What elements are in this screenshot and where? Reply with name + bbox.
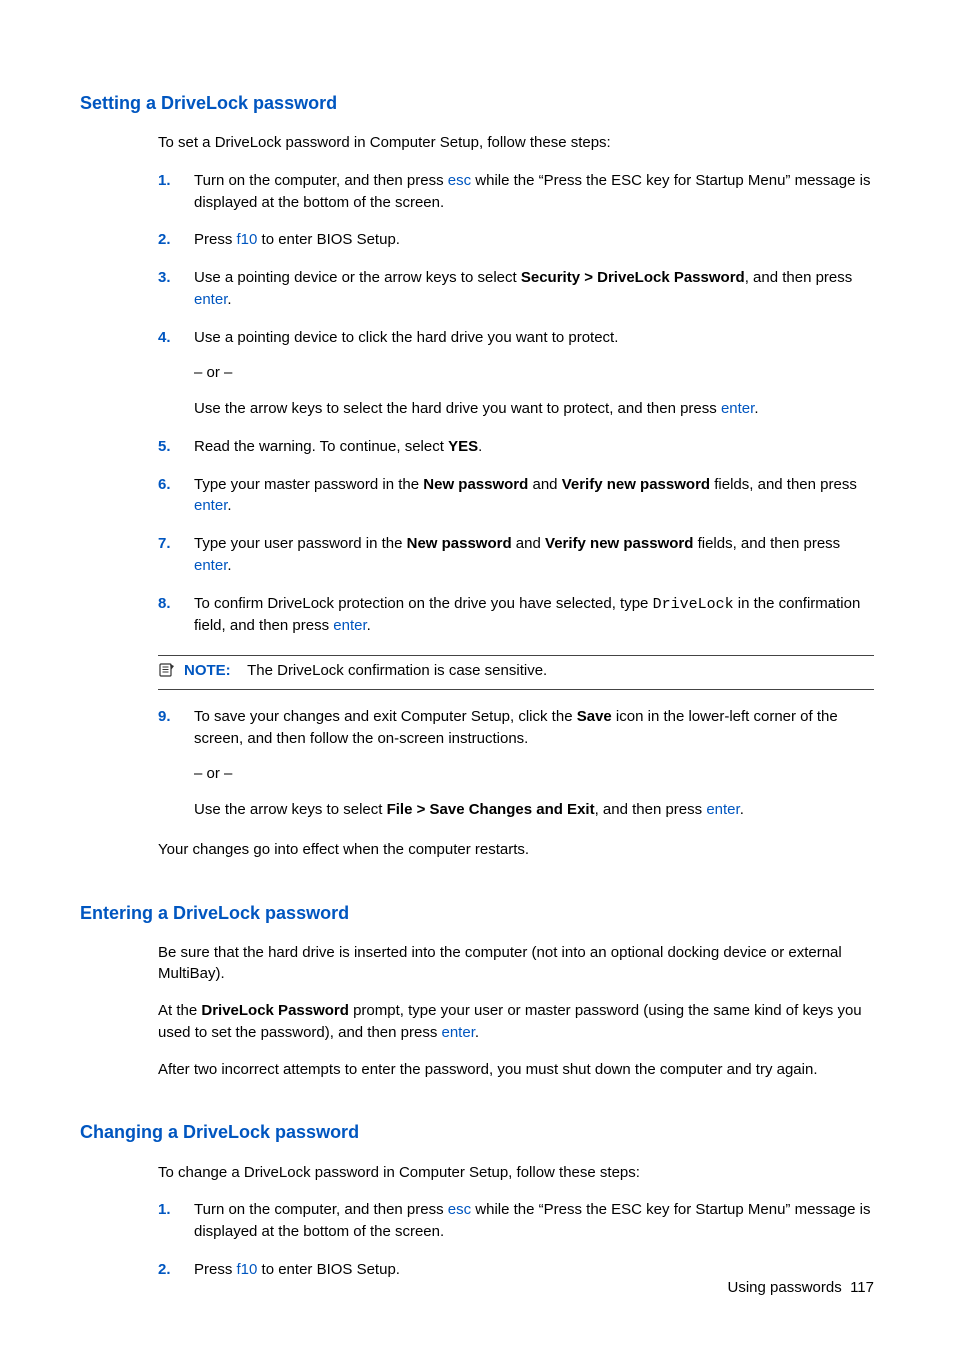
intro-text: To change a DriveLock password in Comput… [158, 1162, 874, 1184]
key-f10: f10 [237, 231, 258, 248]
bold-text: Verify new password [545, 535, 693, 552]
key-esc: esc [448, 1201, 471, 1218]
step-text: fields, and then press [693, 535, 840, 552]
step-text: . [740, 801, 744, 818]
step-text: Turn on the computer, and then press [194, 172, 448, 189]
paragraph: After two incorrect attempts to enter th… [158, 1059, 874, 1081]
step-text: . [227, 497, 231, 514]
step-text: Use a pointing device to click the hard … [194, 329, 618, 346]
bold-text: Security > DriveLock Password [521, 269, 745, 286]
heading-setting-drivelock: Setting a DriveLock password [80, 90, 874, 116]
text: At the [158, 1002, 201, 1019]
step-text: to enter BIOS Setup. [257, 231, 400, 248]
bold-text: Save [577, 708, 612, 725]
step-number: 7. [158, 533, 171, 555]
step-text: . [227, 291, 231, 308]
heading-entering-drivelock: Entering a DriveLock password [80, 900, 874, 926]
intro-text: To set a DriveLock password in Computer … [158, 132, 874, 154]
mono-text: DriveLock [653, 596, 734, 613]
key-enter: enter [721, 400, 754, 417]
note-label: NOTE: [184, 662, 231, 679]
step-number: 8. [158, 593, 171, 615]
page-footer: Using passwords 117 [728, 1277, 874, 1299]
step-text: . [754, 400, 758, 417]
footer-section: Using passwords [728, 1279, 842, 1296]
step-number: 6. [158, 474, 171, 496]
bold-text: DriveLock Password [201, 1002, 349, 1019]
note-icon [158, 662, 176, 685]
step-text: To confirm DriveLock protection on the d… [194, 595, 653, 612]
step: 5. Read the warning. To continue, select… [158, 436, 874, 458]
step: 1. Turn on the computer, and then press … [158, 170, 874, 214]
step: 1. Turn on the computer, and then press … [158, 1199, 874, 1243]
text: . [475, 1024, 479, 1041]
or-divider: – or – [194, 362, 874, 384]
step-text: . [227, 557, 231, 574]
steps-list-3: 1. Turn on the computer, and then press … [158, 1199, 874, 1280]
steps-list-1b: 9. To save your changes and exit Compute… [158, 706, 874, 821]
footer-page-number: 117 [850, 1279, 874, 1296]
step-number: 1. [158, 1199, 171, 1221]
step-text: Press [194, 231, 237, 248]
bold-text: New password [423, 476, 528, 493]
key-enter: enter [194, 497, 227, 514]
key-esc: esc [448, 172, 471, 189]
step-text: Use a pointing device or the arrow keys … [194, 269, 521, 286]
key-enter: enter [706, 801, 739, 818]
note-box: NOTE: The DriveLock confirmation is case… [158, 655, 874, 690]
step: 9. To save your changes and exit Compute… [158, 706, 874, 821]
paragraph: Be sure that the hard drive is inserted … [158, 942, 874, 986]
step-text: Press [194, 1261, 237, 1278]
or-divider: – or – [194, 763, 874, 785]
step-number: 9. [158, 706, 171, 728]
step: 3. Use a pointing device or the arrow ke… [158, 267, 874, 311]
step-text: and [528, 476, 561, 493]
step-number: 2. [158, 229, 171, 251]
key-enter: enter [442, 1024, 475, 1041]
step-text: , and then press [745, 269, 853, 286]
step-number: 5. [158, 436, 171, 458]
key-enter: enter [333, 617, 366, 634]
step-text: To save your changes and exit Computer S… [194, 708, 577, 725]
step-text: , and then press [595, 801, 707, 818]
key-enter: enter [194, 291, 227, 308]
step-text: . [478, 438, 482, 455]
step-text: to enter BIOS Setup. [257, 1261, 400, 1278]
step-number: 3. [158, 267, 171, 289]
step-text: Use the arrow keys to select [194, 801, 387, 818]
bold-text: Verify new password [562, 476, 710, 493]
note-content: NOTE: The DriveLock confirmation is case… [184, 660, 547, 682]
bold-text: YES [448, 438, 478, 455]
closing-text: Your changes go into effect when the com… [158, 839, 874, 861]
step: 4. Use a pointing device to click the ha… [158, 327, 874, 420]
step: 2. Press f10 to enter BIOS Setup. [158, 229, 874, 251]
step-text: Type your master password in the [194, 476, 423, 493]
step-number: 1. [158, 170, 171, 192]
step-text: fields, and then press [710, 476, 857, 493]
step: 7. Type your user password in the New pa… [158, 533, 874, 577]
key-f10: f10 [237, 1261, 258, 1278]
step-text: . [367, 617, 371, 634]
step-text: Turn on the computer, and then press [194, 1201, 448, 1218]
bold-text: New password [407, 535, 512, 552]
step-number: 4. [158, 327, 171, 349]
step: 8. To confirm DriveLock protection on th… [158, 593, 874, 638]
step-text: Read the warning. To continue, select [194, 438, 448, 455]
step-text: Type your user password in the [194, 535, 407, 552]
steps-list-1: 1. Turn on the computer, and then press … [158, 170, 874, 637]
bold-text: File > Save Changes and Exit [387, 801, 595, 818]
step: 6. Type your master password in the New … [158, 474, 874, 518]
step-text: Use the arrow keys to select the hard dr… [194, 400, 721, 417]
note-text: The DriveLock confirmation is case sensi… [247, 662, 547, 679]
heading-changing-drivelock: Changing a DriveLock password [80, 1119, 874, 1145]
paragraph: At the DriveLock Password prompt, type y… [158, 1000, 874, 1044]
key-enter: enter [194, 557, 227, 574]
step-text: and [512, 535, 545, 552]
page: Setting a DriveLock password To set a Dr… [0, 0, 954, 1359]
